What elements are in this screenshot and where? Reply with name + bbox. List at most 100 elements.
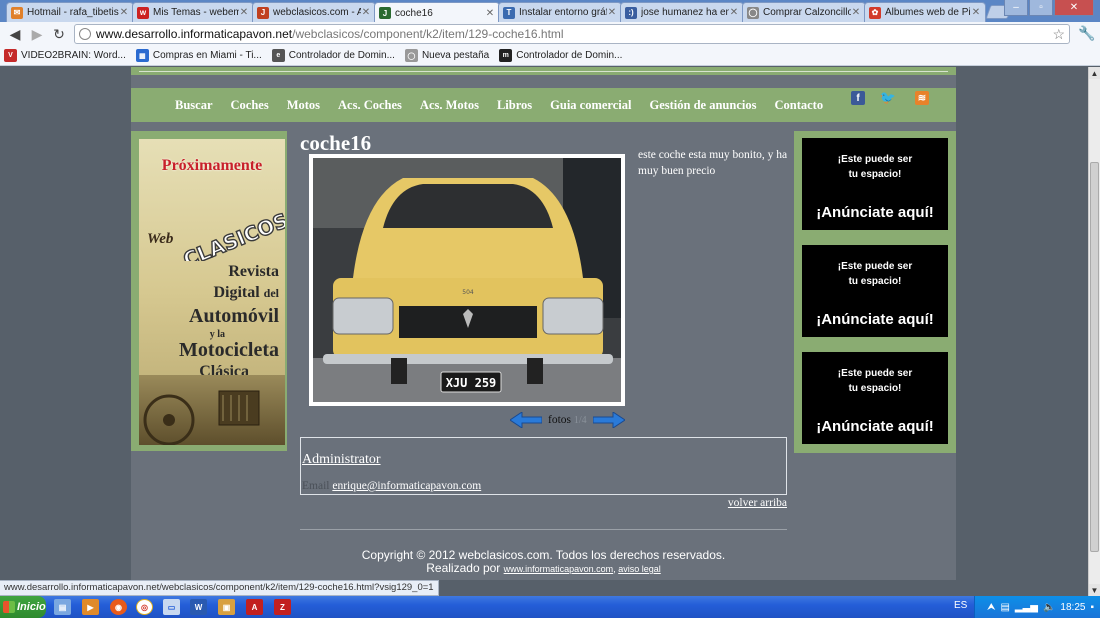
browser-tab[interactable]: :) jose humanez ha envi ✕ <box>620 2 744 22</box>
bookmark-item[interactable]: e Controlador de Domin... <box>271 49 395 62</box>
bookmark-item[interactable]: ◯ Nueva pestaña <box>404 49 489 62</box>
ad-banner[interactable]: ¡Este puede ser tu espacio! ¡Anúnciate aqu… <box>802 138 948 230</box>
address-bar[interactable]: www.desarrollo.informaticapavon.net/webc… <box>74 24 1070 44</box>
ad-line: tu espacio! <box>848 169 902 180</box>
ad-line: tu espacio! <box>848 276 902 287</box>
ad-line: ¡Este puede ser <box>837 261 913 272</box>
explorer-taskbar-icon[interactable]: ▤ <box>54 599 71 615</box>
folder-taskbar-icon[interactable]: ▣ <box>218 599 235 615</box>
item-photo[interactable]: XJU 259 504 <box>309 154 625 406</box>
promo-line-motocicleta: Motocicleta <box>179 339 279 361</box>
url-path: /webclasicos/component/k2/item/129-coche… <box>292 27 564 41</box>
forum-icon: :) <box>625 6 637 19</box>
menu-item[interactable]: Contacto <box>774 98 823 113</box>
volume-icon[interactable]: 🔈 <box>1043 602 1055 613</box>
bookmark-label: VIDEO2BRAIN: Word... <box>21 50 126 61</box>
legal-notice-link[interactable]: aviso legal <box>618 564 661 574</box>
gallery-counter: 1/4 <box>573 415 587 426</box>
forward-button[interactable]: ▶ <box>26 23 48 45</box>
menu-item[interactable]: Gestión de anuncios <box>650 98 757 113</box>
maximize-button[interactable]: ▫ <box>1029 0 1053 16</box>
close-tab-icon[interactable]: ✕ <box>607 7 617 18</box>
browser-tab[interactable]: ✉ Hotmail - rafa_tibetis ✕ <box>6 2 134 22</box>
promo-banner[interactable]: Próximamente Web CLASICOS Revista Digita… <box>139 139 285 445</box>
browser-tab[interactable]: Jwebclasicos.com - Ad ✕ <box>252 2 376 22</box>
firefox-taskbar-icon[interactable]: ◉ <box>110 599 127 615</box>
language-indicator[interactable]: ES <box>954 600 967 611</box>
close-tab-icon[interactable]: ✕ <box>729 7 739 18</box>
acrobat-taskbar-icon[interactable]: A <box>246 599 263 615</box>
minimize-button[interactable]: – <box>1004 0 1028 16</box>
ad-cta: ¡Anúnciate aquí! <box>816 418 934 435</box>
author-link[interactable]: Administrator <box>302 452 381 468</box>
gallery-label: fotos 1/4 <box>548 414 587 426</box>
bookmark-label: Controlador de Domin... <box>516 50 623 61</box>
browser-tab[interactable]: Jcoche16 ✕ <box>374 2 500 23</box>
wrench-menu-icon[interactable]: 🔧 <box>1078 25 1095 42</box>
page-info-icon[interactable] <box>79 28 91 40</box>
close-tab-icon[interactable]: ✕ <box>119 7 129 18</box>
bookmark-star-icon[interactable]: ☆ <box>1052 26 1065 43</box>
menu-item[interactable]: Acs. Motos <box>420 98 479 113</box>
bookmark-item[interactable]: ▦ Compras en Miami - Ti... <box>135 49 262 62</box>
menu-item[interactable]: Buscar <box>175 98 213 113</box>
next-photo-arrow-icon[interactable] <box>592 412 625 428</box>
scroll-down-arrow-icon[interactable]: ▼ <box>1089 584 1100 596</box>
menu-item[interactable]: Acs. Coches <box>338 98 402 113</box>
ad-line: tu espacio! <box>848 383 902 394</box>
ad-banner[interactable]: ¡Este puede ser tu espacio! ¡Anúnciate aqu… <box>802 352 948 444</box>
ad-banner[interactable]: ¡Este puede ser tu espacio! ¡Anúnciate aqu… <box>802 245 948 337</box>
reload-button[interactable]: ↻ <box>48 23 70 45</box>
photo-gallery-nav: fotos 1/4 <box>510 412 625 428</box>
close-tab-icon[interactable]: ✕ <box>485 8 495 19</box>
close-tab-icon[interactable]: ✕ <box>361 7 371 18</box>
filezilla-taskbar-icon[interactable]: Z <box>274 599 291 615</box>
author-email-link[interactable]: enrique@informaticapavon.com <box>332 480 481 492</box>
browser-tab[interactable]: w Mis Temas - webempr✕ <box>132 2 254 22</box>
menu-item[interactable]: Libros <box>497 98 532 113</box>
menu-item[interactable]: Coches <box>231 98 269 113</box>
back-button[interactable]: ◀ <box>4 23 26 45</box>
browser-tab[interactable]: ◯ Comprar Calzoncillos ✕ <box>742 2 866 22</box>
windows-taskbar: Inicio ▤ ▶ ◉ ◎ ▭ W ▣ A Z ES ⮝ ▤ ▂▃▅ 🔈 18… <box>0 596 1100 618</box>
item-title: coche16 <box>300 131 372 155</box>
controlador-icon: m <box>499 49 513 62</box>
ad-cta: ¡Anúnciate aquí! <box>816 204 934 221</box>
signal-icon[interactable]: ▂▃▅ <box>1015 602 1038 613</box>
browser-tab[interactable]: T Instalar entorno gráf ✕ <box>498 2 622 22</box>
close-window-button[interactable]: ✕ <box>1054 0 1094 16</box>
vertical-scrollbar[interactable]: ▲ ▼ <box>1088 67 1100 596</box>
facebook-icon[interactable]: f <box>851 91 865 105</box>
tray-arrow-icon[interactable]: ⮝ <box>987 602 996 613</box>
network-icon[interactable]: ▤ <box>1000 602 1009 613</box>
media-player-taskbar-icon[interactable]: ▶ <box>82 599 99 615</box>
back-to-top-link[interactable]: volver arriba <box>728 497 787 509</box>
bookmark-item[interactable]: V VIDEO2BRAIN: Word... <box>4 49 126 62</box>
chrome-taskbar-icon[interactable]: ◎ <box>136 599 153 615</box>
previous-photo-arrow-icon[interactable] <box>510 412 542 428</box>
scrollbar-thumb[interactable] <box>1090 162 1099 552</box>
close-tab-icon[interactable]: ✕ <box>971 7 981 18</box>
browser-toolbar: ◀ ▶ ↻ www.desarrollo.informaticapavon.ne… <box>0 22 1100 46</box>
window-taskbar-icon[interactable]: ▭ <box>163 599 180 615</box>
joomla-icon: J <box>257 6 269 19</box>
twitter-icon[interactable]: 🐦 <box>880 90 896 105</box>
scroll-up-arrow-icon[interactable]: ▲ <box>1089 67 1100 79</box>
author-box: Administrator Email enrique@informaticap… <box>300 437 787 495</box>
car-photo-image: XJU 259 504 <box>313 158 621 402</box>
rss-icon[interactable]: ≋ <box>915 91 929 105</box>
close-tab-icon[interactable]: ✕ <box>851 7 861 18</box>
browser-tab[interactable]: ✿ Álbumes web de Picas✕ <box>864 2 986 22</box>
menu-item[interactable]: Guia comercial <box>550 98 631 113</box>
bookmark-item[interactable]: m Controlador de Domin... <box>499 49 622 62</box>
license-plate: XJU 259 <box>446 376 497 390</box>
ad-text: ¡Este puede ser tu espacio! <box>802 259 948 289</box>
clock[interactable]: 18:25 <box>1060 602 1085 613</box>
desktop-icon[interactable]: ▪ <box>1090 602 1094 613</box>
promo-vintage-car-image <box>139 375 285 445</box>
menu-item[interactable]: Motos <box>287 98 320 113</box>
close-tab-icon[interactable]: ✕ <box>239 7 249 18</box>
made-by-link[interactable]: www.informaticapavon.com <box>504 564 614 574</box>
start-button[interactable]: Inicio <box>0 596 46 618</box>
word-taskbar-icon[interactable]: W <box>190 599 207 615</box>
